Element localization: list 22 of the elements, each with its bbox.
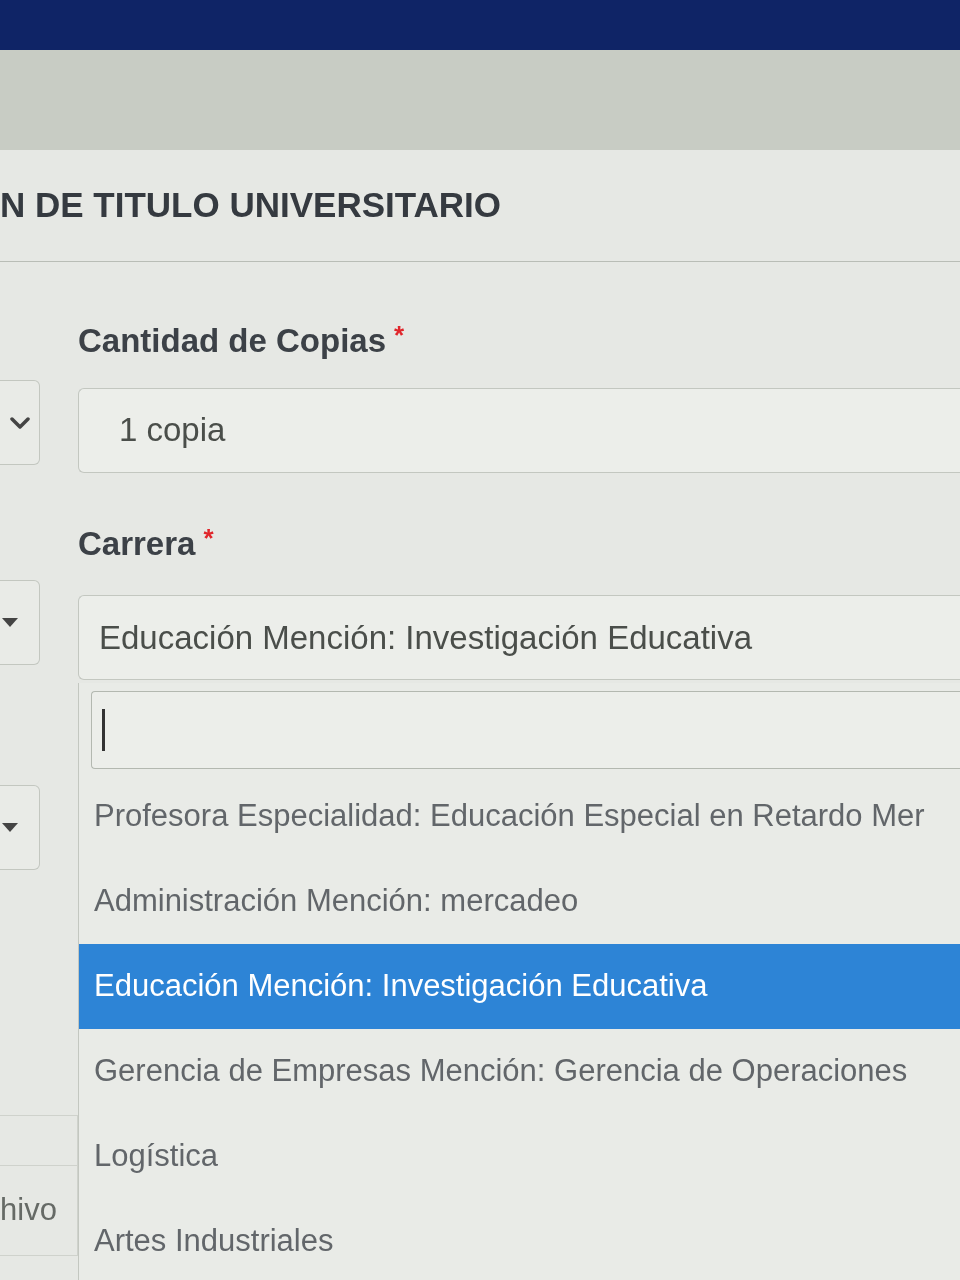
page-title: N DE TITULO UNIVERSITARIO bbox=[0, 184, 502, 227]
caret-down-icon bbox=[2, 618, 18, 627]
search-field[interactable] bbox=[91, 691, 960, 769]
table-cell-text: hivo bbox=[0, 1191, 57, 1230]
field-label: Cantidad de Copias bbox=[78, 321, 387, 361]
dropdown-option[interactable]: Logística bbox=[79, 1114, 960, 1199]
select-field[interactable]: 1 copia bbox=[78, 387, 960, 473]
dropdown-option[interactable]: Profesora Especialidad: Educación Especial en Retardo Mer bbox=[79, 774, 960, 859]
field-label: Carrera bbox=[78, 523, 196, 564]
required-mark: * bbox=[394, 319, 405, 352]
select-field[interactable] bbox=[0, 380, 40, 465]
caret-down-icon bbox=[2, 823, 18, 832]
select-field[interactable]: Educación Mención: Investigación Educativa bbox=[78, 595, 960, 680]
dropdown-option[interactable]: Administración Mención: mercadeo bbox=[79, 859, 960, 944]
dropdown-option[interactable]: Artes Industriales bbox=[79, 1199, 960, 1280]
required-mark: * bbox=[203, 521, 214, 555]
dropdown-option[interactable]: Gerencia de Empresas Mención: Gerencia de Operaciones bbox=[79, 1029, 960, 1114]
select-field[interactable] bbox=[0, 580, 40, 665]
text-cursor-icon bbox=[102, 709, 105, 751]
dropdown-option[interactable]: Educación Mención: Investigación Educativa bbox=[79, 944, 960, 1029]
chevron-down-icon bbox=[10, 416, 30, 429]
select-field[interactable] bbox=[0, 785, 40, 870]
